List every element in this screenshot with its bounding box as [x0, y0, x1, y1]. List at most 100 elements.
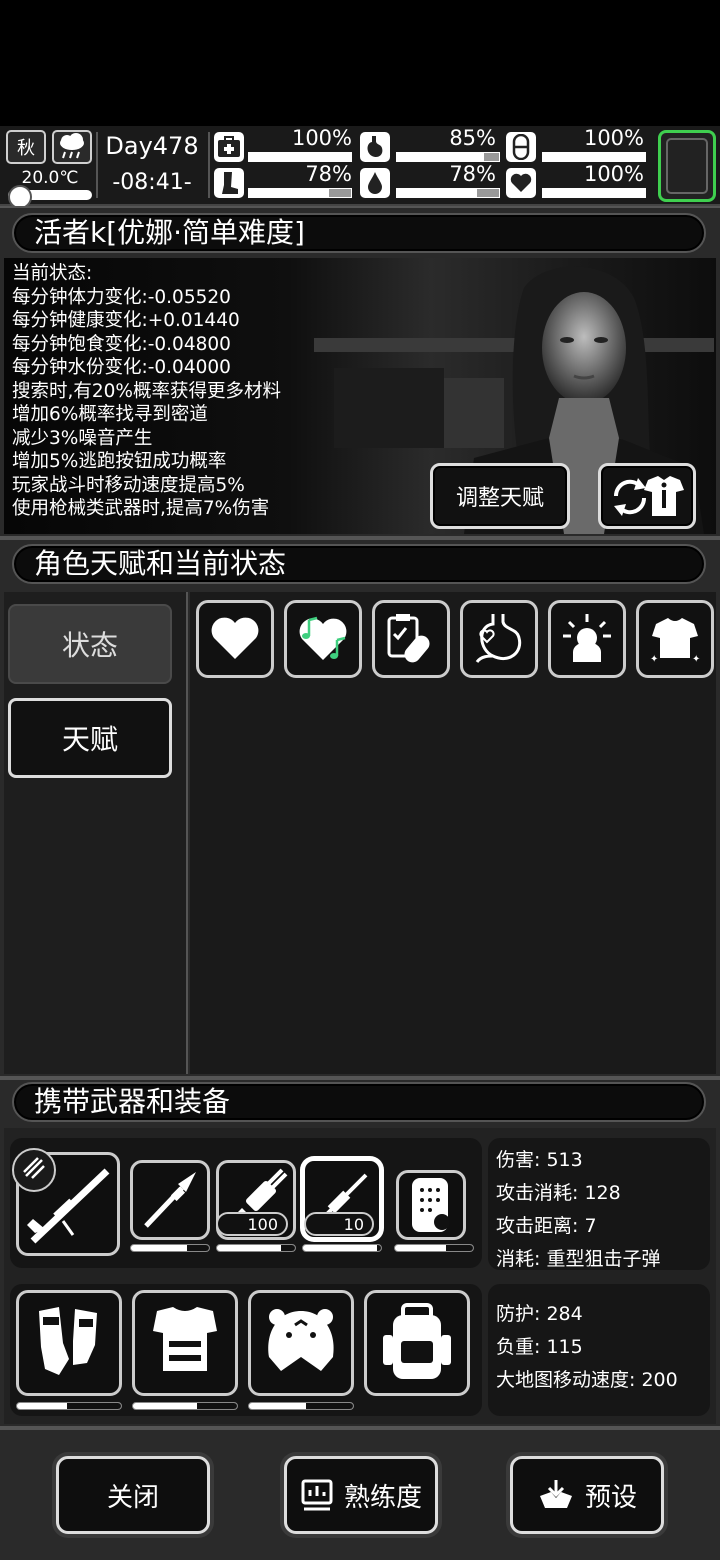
status-clothing-tile[interactable]: ✦ ✦ [636, 600, 714, 678]
hunger-bar [396, 152, 500, 162]
pill-icon [506, 132, 536, 162]
close-label: 关闭 [106, 1482, 159, 1513]
stamina-bar [248, 188, 352, 198]
status-text: 当前状态: 每分钟体力变化:-0.05520 每分钟健康变化:+0.01440 … [12, 262, 432, 521]
harpoon-durability-bar [302, 1244, 382, 1252]
bullet-speed-icon [23, 1157, 45, 1179]
harpoon-ammo-badge: 10 [304, 1212, 374, 1236]
minigun-ammo-badge: 100 [216, 1212, 288, 1236]
status-line: 玩家战斗时移动速度提高5% [12, 474, 245, 496]
medkit-icon [214, 132, 244, 162]
spirit-bar [542, 188, 646, 198]
alarm-icon [563, 614, 611, 662]
armor-slot-body[interactable] [132, 1290, 238, 1396]
proficiency-label: 熟练度 [343, 1482, 422, 1513]
armor-slot-hat[interactable] [248, 1290, 354, 1396]
weapon-attack-cost: 攻击消耗: 128 [496, 1182, 621, 1204]
svg-text:✦: ✦ [650, 654, 658, 664]
status-mood-tile[interactable] [284, 600, 362, 678]
weapon-attack-range: 攻击距离: 7 [496, 1215, 597, 1237]
status-alarm-tile[interactable] [548, 600, 626, 678]
medicine-icon [387, 614, 430, 663]
status-line: 增加5%逃跑按钮成功概率 [12, 451, 227, 472]
armor-load: 负重: 115 [496, 1336, 583, 1358]
health-bar [248, 152, 352, 162]
day-counter: Day478 [105, 132, 199, 160]
talent-section-title: 角色天赋和当前状态 [12, 544, 706, 584]
temperature-bar [8, 185, 92, 209]
spirit-value: 100% [583, 162, 644, 186]
status-line: 减少3%噪音产生 [12, 427, 153, 449]
status-health-tile[interactable] [196, 600, 274, 678]
weather-indicator[interactable] [52, 130, 92, 164]
status-line: 使用枪械类武器时,提高7%伤害 [12, 498, 270, 519]
status-line: 增加6%概率找寻到密道 [12, 404, 208, 425]
riot-shield-icon [412, 1178, 450, 1232]
heart-icon [506, 168, 536, 198]
status-line: 每分钟体力变化:-0.05520 [12, 286, 231, 308]
gloves-durability-bar [16, 1402, 122, 1410]
divider [96, 132, 98, 198]
armor-slot-backpack[interactable] [364, 1290, 470, 1396]
season-indicator[interactable]: 秋 [6, 130, 46, 164]
stomach-heart-icon [475, 614, 522, 663]
change-outfit-button[interactable] [598, 463, 696, 529]
ammo-count: 10 [343, 1214, 364, 1234]
body-armor-icon [153, 1307, 217, 1371]
weapon-stats-box: 伤害: 513 攻击消耗: 128 攻击距离: 7 消耗: 重型狙击子弹 [488, 1138, 710, 1270]
thirst-value: 78% [449, 162, 496, 186]
body-armor-durability-bar [132, 1402, 238, 1410]
mood-value: 100% [583, 126, 644, 150]
weapon-type-badge [12, 1148, 56, 1192]
status-line: 每分钟健康变化:+0.01440 [12, 310, 240, 331]
armor-slot-gloves[interactable] [16, 1290, 122, 1396]
backpack-icon [383, 1303, 451, 1379]
ammo-count: 100 [247, 1214, 278, 1234]
thirst-bar [396, 188, 500, 198]
proficiency-icon [301, 1479, 333, 1511]
hat-durability-bar [248, 1402, 354, 1410]
tab-talent[interactable]: 天赋 [8, 698, 172, 778]
proficiency-button[interactable]: 熟练度 [284, 1456, 438, 1534]
status-stomach-tile[interactable] [460, 600, 538, 678]
status-line: 当前状态: [12, 263, 93, 284]
tab-status[interactable]: 状态 [8, 604, 172, 684]
status-line: 搜索时,有20%概率获得更多材料 [12, 380, 282, 402]
close-button[interactable]: 关闭 [56, 1456, 210, 1534]
spear-durability-bar [130, 1244, 210, 1252]
svg-text:✦: ✦ [692, 654, 700, 664]
preset-button[interactable]: 预设 [510, 1456, 664, 1534]
spear-icon [144, 1172, 196, 1228]
gloves-icon [39, 1307, 97, 1375]
game-clock: -08:41- [112, 170, 192, 195]
divider [208, 132, 210, 198]
heart-icon [211, 617, 259, 659]
status-medicine-tile[interactable] [372, 600, 450, 678]
stomach-icon [360, 132, 390, 162]
outfit-swap-icon [613, 476, 684, 516]
weapon-ammo-type: 消耗: 重型狙击子弹 [496, 1248, 661, 1270]
water-drop-icon [360, 168, 390, 198]
weapon-damage: 伤害: 513 [496, 1149, 583, 1171]
tiger-hat-icon [268, 1309, 334, 1371]
clothing-icon: ✦ ✦ [650, 618, 700, 664]
armor-stats-box: 防护: 284 负重: 115 大地图移动速度: 200 [488, 1284, 710, 1416]
minigun-durability-bar [216, 1244, 296, 1252]
weapon-slot-spear[interactable] [130, 1160, 210, 1240]
hunger-value: 85% [449, 126, 496, 150]
adjust-talent-button[interactable]: 调整天赋 [430, 463, 570, 529]
music-heart-icon [299, 616, 347, 660]
weapon-slot-shield[interactable] [396, 1170, 466, 1240]
quick-slot[interactable] [658, 130, 716, 202]
preset-download-icon [539, 1480, 572, 1508]
equipment-section-title: 携带武器和装备 [12, 1082, 706, 1122]
leg-icon [214, 168, 244, 198]
rain-cloud-icon [60, 133, 84, 159]
stamina-value: 78% [305, 162, 352, 186]
health-value: 100% [291, 126, 352, 150]
armor-defense: 防护: 284 [496, 1303, 583, 1325]
armor-map-speed: 大地图移动速度: 200 [496, 1369, 678, 1391]
shield-durability-bar [394, 1244, 474, 1252]
character-title: 活者k[优娜·简单难度] [12, 213, 706, 253]
top-hud: 秋 20.0℃ Day478 -08:41- 100% 78% 85% 78% [0, 126, 720, 209]
